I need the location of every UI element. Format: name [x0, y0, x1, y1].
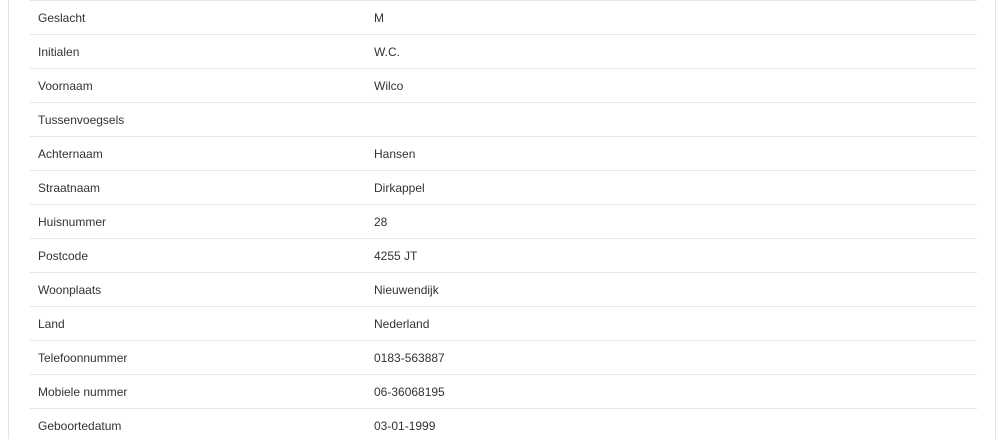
table-row-woonplaats: Woonplaats Nieuwendijk	[30, 272, 977, 307]
row-label: Telefoonnummer	[30, 340, 366, 375]
row-label: Initialen	[30, 34, 366, 69]
row-label: Achternaam	[30, 136, 366, 171]
table-row-tussenvoegsels: Tussenvoegsels	[30, 102, 977, 137]
row-value: 03-01-1999	[366, 408, 977, 443]
details-table-body: Geslacht M Initialen W.C. Voornaam Wilco…	[30, 0, 977, 443]
row-label: Woonplaats	[30, 272, 366, 307]
row-label: Straatnaam	[30, 170, 366, 205]
row-value: 0183-563887	[366, 340, 977, 375]
table-row-geslacht: Geslacht M	[30, 0, 977, 35]
table-row-straatnaam: Straatnaam Dirkappel	[30, 170, 977, 205]
table-row-mobiele-nummer: Mobiele nummer 06-36068195	[30, 374, 977, 409]
table-row-geboortedatum: Geboortedatum 03-01-1999	[30, 408, 977, 443]
table-row-initialen: Initialen W.C.	[30, 34, 977, 69]
table-row-voornaam: Voornaam Wilco	[30, 68, 977, 103]
table-row-achternaam: Achternaam Hansen	[30, 136, 977, 171]
table-row-land: Land Nederland	[30, 306, 977, 341]
row-value: Nieuwendijk	[366, 272, 977, 307]
row-value: 06-36068195	[366, 374, 977, 409]
row-label: Tussenvoegsels	[30, 102, 366, 137]
row-value: 4255 JT	[366, 238, 977, 273]
row-value: Wilco	[366, 68, 977, 103]
row-value: Hansen	[366, 136, 977, 171]
table-row-postcode: Postcode 4255 JT	[30, 238, 977, 273]
row-label: Geboortedatum	[30, 408, 366, 443]
row-value: M	[366, 0, 977, 35]
details-table: Geslacht M Initialen W.C. Voornaam Wilco…	[30, 0, 977, 443]
row-label: Postcode	[30, 238, 366, 273]
row-label: Land	[30, 306, 366, 341]
table-row-telefoonnummer: Telefoonnummer 0183-563887	[30, 340, 977, 375]
details-panel: Geslacht M Initialen W.C. Voornaam Wilco…	[8, 0, 996, 443]
row-label: Voornaam	[30, 68, 366, 103]
row-value: W.C.	[366, 34, 977, 69]
row-value: Nederland	[366, 306, 977, 341]
table-row-huisnummer: Huisnummer 28	[30, 204, 977, 239]
row-label: Geslacht	[30, 0, 366, 35]
row-value	[366, 102, 977, 137]
row-label: Huisnummer	[30, 204, 366, 239]
row-value: Dirkappel	[366, 170, 977, 205]
row-value: 28	[366, 204, 977, 239]
row-label: Mobiele nummer	[30, 374, 366, 409]
